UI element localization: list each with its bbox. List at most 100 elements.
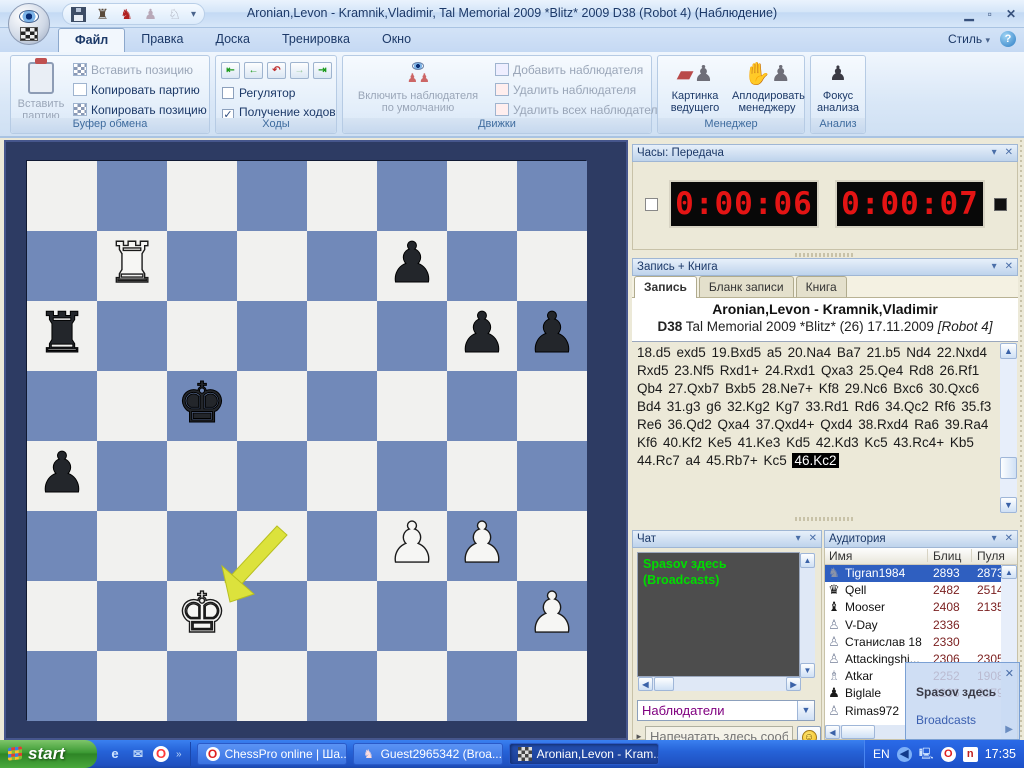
opera-icon[interactable]: O — [153, 746, 169, 762]
go-end-button[interactable]: ⇥ — [313, 62, 332, 79]
knight-icon[interactable]: ♞ — [119, 7, 134, 22]
scroll-up-icon[interactable]: ▲ — [1001, 565, 1017, 579]
square-e5[interactable] — [307, 371, 377, 441]
square-g4[interactable] — [447, 441, 517, 511]
scroll-thumb[interactable] — [654, 677, 674, 691]
ribbon-tab-5[interactable]: Окно — [366, 28, 427, 52]
ribbon-tab-2[interactable]: Правка — [125, 28, 199, 52]
copy-position-button[interactable]: Копировать позицию — [73, 103, 207, 117]
close-button[interactable]: ✕ — [1006, 7, 1016, 21]
square-e8[interactable] — [307, 161, 377, 231]
square-g7[interactable] — [447, 231, 517, 301]
audience-columns[interactable]: Имя Блиц Пуля — [825, 548, 1017, 565]
square-f2[interactable] — [377, 581, 447, 651]
square-c4[interactable] — [167, 441, 237, 511]
taskbar-task-3[interactable]: Aronian,Levon - Kram... — [509, 743, 659, 765]
mail-icon[interactable]: ✉ — [130, 746, 146, 762]
ribbon-tab-4[interactable]: Тренировка — [266, 28, 366, 52]
taskbar-task-2[interactable]: ♞Guest2965342 (Broa... — [353, 743, 503, 765]
record-tab-1[interactable]: Запись — [634, 276, 697, 298]
square-a5[interactable] — [27, 371, 97, 441]
square-h1[interactable] — [517, 651, 587, 721]
scroll-thumb[interactable] — [800, 569, 815, 587]
square-c8[interactable] — [167, 161, 237, 231]
square-c1[interactable] — [167, 651, 237, 721]
ie-icon[interactable]: e — [107, 746, 123, 762]
language-indicator[interactable]: EN — [873, 747, 890, 761]
square-f1[interactable] — [377, 651, 447, 721]
back-button[interactable]: ← — [244, 62, 263, 79]
square-d4[interactable] — [237, 441, 307, 511]
moves-scrollbar[interactable]: ▲ ▼ — [1000, 343, 1017, 513]
square-e7[interactable] — [307, 231, 377, 301]
restore-button[interactable]: ▫ — [988, 7, 992, 21]
popup-next-icon[interactable]: ▶ — [1005, 724, 1013, 735]
qat-dropdown-icon[interactable]: ▾ — [191, 9, 196, 20]
square-f8[interactable] — [377, 161, 447, 231]
square-d1[interactable] — [237, 651, 307, 721]
scroll-thumb[interactable] — [1000, 457, 1017, 479]
black-pawn[interactable]: ♟ — [517, 301, 587, 371]
clock-checkbox[interactable] — [645, 198, 658, 211]
panel-close-icon[interactable]: ✕ — [1005, 533, 1013, 544]
square-h5[interactable] — [517, 371, 587, 441]
black-pawn[interactable]: ♟ — [27, 441, 97, 511]
start-button[interactable]: start — [0, 740, 97, 768]
square-f4[interactable] — [377, 441, 447, 511]
black-pawn[interactable]: ♟ — [447, 301, 517, 371]
go-start-button[interactable]: ⇤ — [221, 62, 240, 79]
panel-close-icon[interactable]: ✕ — [1005, 147, 1013, 158]
observer-icon[interactable]: ♟ — [143, 7, 158, 22]
enable-default-observer-button[interactable]: ♟♟ Включить наблюдателя по умолчанию — [353, 60, 483, 114]
record-tab-2[interactable]: Бланк записи — [699, 276, 794, 297]
network-icon[interactable]: 🖳 — [919, 747, 934, 762]
square-h3[interactable] — [517, 511, 587, 581]
square-g2[interactable] — [447, 581, 517, 651]
black-rook[interactable]: ♜ — [27, 301, 97, 371]
audience-row-Tigran1984[interactable]: ♞Tigran198428932873 — [825, 565, 1017, 582]
hide-icons-chevron[interactable]: ◀ — [897, 747, 912, 762]
taskbar-task-1[interactable]: OChessPro online | Ша... — [197, 743, 347, 765]
square-g1[interactable] — [447, 651, 517, 721]
square-f6[interactable] — [377, 301, 447, 371]
chat-vscrollbar[interactable]: ▲ ▼ — [800, 553, 815, 678]
app-menu-orb[interactable] — [8, 3, 50, 45]
scroll-up-icon[interactable]: ▲ — [800, 553, 815, 568]
square-d7[interactable] — [237, 231, 307, 301]
help-icon[interactable]: ? — [1000, 31, 1016, 47]
square-e1[interactable] — [307, 651, 377, 721]
add-observer-button[interactable]: Добавить наблюдателя — [495, 63, 643, 77]
app-tray-icon[interactable]: n — [963, 747, 978, 762]
scroll-left-icon[interactable]: ◀ — [825, 725, 840, 739]
square-b1[interactable] — [97, 651, 167, 721]
scroll-right-icon[interactable]: ▶ — [786, 677, 801, 691]
audience-hscrollbar[interactable]: ◀ — [825, 725, 905, 739]
square-a1[interactable] — [27, 651, 97, 721]
square-b6[interactable] — [97, 301, 167, 371]
square-e4[interactable] — [307, 441, 377, 511]
save-icon[interactable] — [71, 7, 86, 22]
analysis-focus-button[interactable]: ♟ Фокус анализа — [808, 60, 868, 114]
piece-icon[interactable]: ♜ — [95, 7, 110, 22]
square-b2[interactable] — [97, 581, 167, 651]
panel-close-icon[interactable]: ✕ — [809, 533, 817, 544]
square-h8[interactable] — [517, 161, 587, 231]
panel-close-icon[interactable]: ✕ — [1005, 261, 1013, 272]
square-d5[interactable] — [237, 371, 307, 441]
audience-row-Mooser[interactable]: ♝Mooser24082135 — [825, 599, 1017, 616]
audience-row-V-Day[interactable]: ♙V-Day2336 — [825, 617, 1017, 634]
move-list[interactable]: 18.d5 exd5 19.Bxd5 a5 20.Na4 Ba7 21.b5 N… — [632, 342, 1018, 514]
current-move[interactable]: 46.Kc2 — [792, 453, 838, 468]
square-d6[interactable] — [237, 301, 307, 371]
forward-button[interactable]: → — [290, 62, 309, 79]
minimize-button[interactable]: ▁ — [964, 7, 973, 21]
popup-link[interactable]: Broadcasts — [916, 713, 976, 727]
white-pawn[interactable]: ♟ — [447, 511, 517, 581]
paste-position-button[interactable]: Вставить позицию — [73, 63, 193, 77]
host-picture-button[interactable]: ▰♟ Картинка ведущего — [662, 60, 728, 114]
hand-icon[interactable]: ♘ — [167, 7, 182, 22]
square-e6[interactable] — [307, 301, 377, 371]
panel-dropdown-icon[interactable]: ▾ — [796, 533, 801, 544]
square-h7[interactable] — [517, 231, 587, 301]
square-b5[interactable] — [97, 371, 167, 441]
